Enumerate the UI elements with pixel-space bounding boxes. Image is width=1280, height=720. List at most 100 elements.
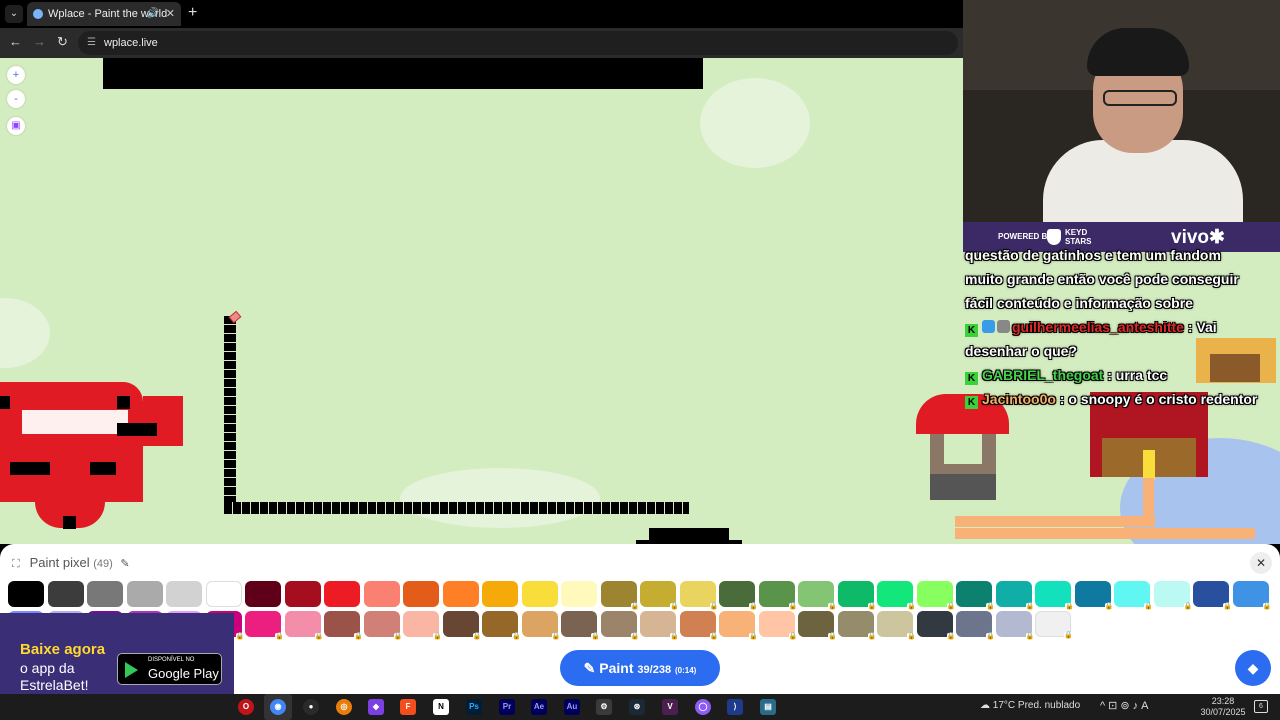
twitch-icon[interactable]: ▣ — [7, 117, 25, 135]
steam-icon[interactable]: ⊛ — [629, 699, 645, 715]
color-swatch[interactable] — [126, 581, 163, 607]
weather-widget[interactable]: ☁ 17°C Pred. nublado — [980, 700, 1080, 711]
zoom-in-button[interactable]: + — [7, 66, 25, 84]
color-swatch[interactable] — [284, 581, 321, 607]
color-swatch[interactable]: 🔒 — [719, 611, 758, 641]
tab-wplace[interactable]: Wplace - Paint the world 🔊 ✕ — [27, 2, 181, 26]
color-swatch[interactable]: 🔒 — [679, 611, 719, 641]
color-swatch[interactable] — [324, 581, 360, 607]
color-swatch[interactable] — [561, 581, 597, 607]
forward-arrow-icon[interactable]: → — [33, 34, 46, 50]
paint-button[interactable]: ✎ Paint 39/238 (0:14) — [560, 650, 720, 686]
notion-icon[interactable]: N — [433, 699, 449, 715]
address-bar[interactable]: ☰ wplace.live — [78, 31, 958, 55]
color-swatch[interactable]: 🔒 — [837, 611, 877, 641]
color-swatch[interactable]: 🔒 — [1232, 581, 1272, 611]
color-swatch[interactable]: 🔒 — [877, 581, 916, 611]
color-swatch[interactable] — [403, 581, 439, 607]
color-swatch[interactable] — [47, 581, 84, 607]
color-swatch[interactable] — [442, 581, 479, 607]
opera-icon[interactable]: O — [238, 699, 254, 715]
new-tab-icon[interactable]: + — [188, 4, 197, 22]
color-swatch[interactable]: 🔒 — [1074, 581, 1114, 611]
audition-icon[interactable]: Au — [564, 699, 580, 715]
app-icon[interactable]: V — [662, 699, 678, 715]
color-swatch[interactable] — [482, 581, 518, 607]
color-swatch[interactable] — [245, 581, 281, 607]
figma-icon[interactable]: F — [400, 699, 416, 715]
color-swatch[interactable]: 🔒 — [916, 611, 956, 641]
color-swatch[interactable]: 🔒 — [877, 611, 916, 641]
language-icon[interactable]: A — [1141, 700, 1151, 712]
color-swatch[interactable]: 🔒 — [837, 581, 877, 611]
pencil-icon[interactable]: ✎ — [120, 558, 129, 570]
color-swatch[interactable]: 🔒 — [442, 611, 482, 641]
chrome-icon[interactable]: ◉ — [270, 699, 286, 715]
color-swatch[interactable]: 🔒 — [798, 611, 837, 641]
color-swatch[interactable]: 🔒 — [245, 611, 284, 641]
color-swatch[interactable]: 🔒 — [995, 581, 1035, 611]
color-swatch[interactable] — [363, 581, 400, 607]
color-swatch[interactable]: 🔒 — [1035, 611, 1073, 640]
tray-chevron-icon[interactable]: ^ — [1100, 700, 1108, 712]
tab-close-icon[interactable]: ✕ — [166, 2, 175, 26]
color-swatch[interactable] — [8, 581, 44, 607]
color-swatch[interactable]: 🔒 — [482, 611, 521, 641]
color-swatch[interactable]: 🔒 — [600, 611, 640, 641]
color-swatch[interactable] — [87, 581, 123, 607]
color-swatch[interactable]: 🔒 — [284, 611, 324, 641]
vscode-icon[interactable]: ⟩ — [727, 699, 743, 715]
color-swatch[interactable]: 🔒 — [1153, 581, 1193, 611]
color-swatch[interactable]: 🔒 — [995, 611, 1035, 641]
after-effects-icon[interactable]: Ae — [531, 699, 547, 715]
back-arrow-icon[interactable]: ← — [9, 34, 22, 50]
chat-username[interactable]: guilhermeelias_anteshitte — [1012, 319, 1184, 335]
network-icon[interactable]: ⊡ — [1108, 700, 1120, 712]
premiere-icon[interactable]: Pr — [499, 699, 515, 715]
blender-icon[interactable]: ◎ — [336, 699, 352, 715]
color-swatch[interactable]: 🔒 — [561, 611, 600, 641]
volume-icon[interactable]: ♪ — [1133, 700, 1142, 712]
panel-close-button[interactable]: ✕ — [1250, 552, 1272, 574]
zoom-out-button[interactable]: - — [7, 90, 25, 108]
obs-icon[interactable]: ● — [303, 699, 319, 715]
reload-icon[interactable]: ↻ — [57, 34, 68, 50]
expand-icon[interactable]: ⛶ — [12, 555, 26, 573]
system-tray[interactable]: ^⊡⊚♪A — [1100, 699, 1151, 712]
color-swatch[interactable]: 🔒 — [1114, 581, 1153, 611]
color-swatch[interactable]: 🔒 — [679, 581, 719, 611]
chat-username[interactable]: Jacintoo0o — [982, 391, 1056, 407]
color-swatch[interactable]: 🔒 — [640, 581, 679, 611]
color-swatch[interactable]: 🔒 — [956, 581, 995, 611]
app-icon[interactable]: ◆ — [368, 699, 384, 715]
color-swatch[interactable]: 🔒 — [521, 611, 561, 641]
app-icon[interactable]: ▤ — [760, 699, 776, 715]
taskbar-clock[interactable]: 23:28 30/07/2025 — [1200, 696, 1246, 718]
settings-gear-icon[interactable]: ⚙ — [596, 699, 612, 715]
color-swatch[interactable]: 🔒 — [798, 581, 837, 611]
audio-playing-icon[interactable]: 🔊 — [147, 2, 159, 26]
tab-search-chevron-icon[interactable]: ⌄ — [5, 5, 23, 23]
color-swatch[interactable] — [521, 581, 558, 607]
color-swatch[interactable] — [205, 581, 242, 607]
app-icon[interactable]: ◯ — [695, 699, 711, 715]
color-swatch[interactable]: 🔒 — [758, 581, 798, 611]
color-swatch[interactable]: 🔒 — [324, 611, 363, 641]
chat-username[interactable]: GABRIEL_thegoat — [982, 367, 1103, 383]
color-swatch[interactable]: 🔒 — [956, 611, 995, 641]
color-swatch[interactable]: 🔒 — [600, 581, 640, 611]
color-swatch[interactable]: 🔒 — [719, 581, 758, 611]
color-swatch[interactable]: 🔒 — [758, 611, 798, 641]
eraser-button[interactable]: ◆ — [1235, 650, 1271, 686]
color-swatch[interactable]: 🔒 — [640, 611, 679, 641]
google-play-badge[interactable]: DISPONÍVEL NO Google Play — [117, 653, 222, 685]
color-swatch[interactable] — [166, 581, 202, 607]
site-settings-icon[interactable]: ☰ — [87, 31, 96, 55]
color-swatch[interactable]: 🔒 — [1035, 581, 1074, 611]
color-swatch[interactable]: 🔒 — [403, 611, 442, 641]
photoshop-icon[interactable]: Ps — [466, 699, 482, 715]
color-swatch[interactable]: 🔒 — [1193, 581, 1232, 611]
color-swatch[interactable]: 🔒 — [363, 611, 403, 641]
estrelabet-ad[interactable]: Baixe agora o app da EstrelaBet! DISPONÍ… — [0, 613, 234, 695]
notification-icon[interactable]: 6 — [1254, 700, 1268, 713]
